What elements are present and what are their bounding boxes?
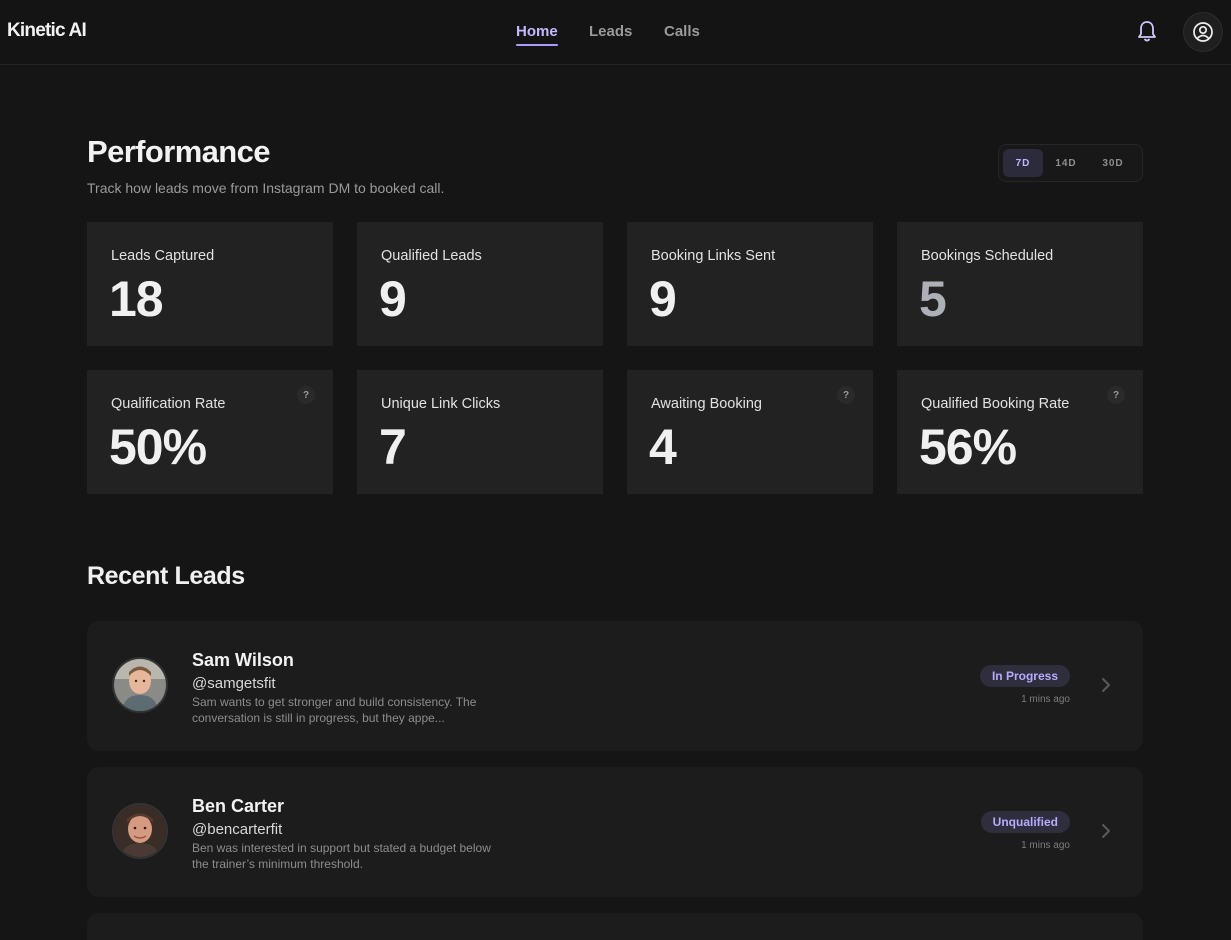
lead-handle: @samgetsfit bbox=[192, 675, 276, 692]
metric-value: 4 bbox=[649, 419, 677, 475]
lead-card[interactable]: Ben Carter @bencarterfit Ben was interes… bbox=[87, 767, 1143, 897]
lead-summary: Ben was interested in support but stated… bbox=[192, 841, 491, 871]
nav-leads[interactable]: Leads bbox=[589, 23, 632, 40]
lead-name: Sam Wilson bbox=[192, 650, 294, 670]
avatar bbox=[112, 803, 168, 859]
status-badge: Unqualified bbox=[980, 811, 1070, 833]
account-button[interactable] bbox=[1183, 12, 1223, 52]
metric-label: Bookings Scheduled bbox=[921, 248, 1054, 264]
chevron-right-icon[interactable] bbox=[1099, 823, 1113, 839]
metric-card-qualification-rate: Qualification Rate ? 50% bbox=[87, 370, 333, 494]
recent-leads-title: Recent Leads bbox=[87, 562, 245, 590]
metric-label: Booking Links Sent bbox=[651, 248, 776, 264]
metric-label: Qualified Leads bbox=[381, 248, 482, 264]
help-icon[interactable]: ? bbox=[297, 386, 315, 404]
metric-value: 56% bbox=[919, 419, 1017, 475]
metric-label: Qualified Booking Rate bbox=[921, 396, 1070, 412]
nav-calls[interactable]: Calls bbox=[664, 23, 700, 40]
metric-value: 18 bbox=[109, 271, 164, 327]
metric-card-unique-link-clicks: Unique Link Clicks 7 bbox=[357, 370, 603, 494]
metric-value: 5 bbox=[919, 271, 947, 327]
lead-name: Ben Carter bbox=[192, 796, 285, 816]
metric-value: 50% bbox=[109, 419, 207, 475]
help-icon[interactable]: ? bbox=[1107, 386, 1125, 404]
metric-label: Leads Captured bbox=[111, 248, 215, 264]
lead-summary: Sam wants to get stronger and build cons… bbox=[192, 695, 477, 725]
metric-value: 9 bbox=[379, 271, 407, 327]
lead-timestamp: 1 mins ago bbox=[1021, 840, 1070, 851]
user-circle-icon bbox=[1193, 22, 1213, 42]
metric-card-awaiting-booking: Awaiting Booking ? 4 bbox=[627, 370, 873, 494]
metric-card-qualified-booking-rate: Qualified Booking Rate ? 56% bbox=[897, 370, 1143, 494]
range-30d-button[interactable]: 30D bbox=[1091, 149, 1135, 177]
range-7d-button[interactable]: 7D bbox=[1003, 149, 1043, 177]
brand-logo[interactable]: Kinetic AI bbox=[7, 20, 87, 42]
page-title: Performance bbox=[87, 134, 271, 169]
nav-home[interactable]: Home bbox=[516, 23, 558, 46]
avatar bbox=[112, 657, 168, 713]
lead-handle: @bencarterfit bbox=[192, 821, 283, 838]
status-badge: In Progress bbox=[979, 665, 1070, 687]
metric-card-leads-captured: Leads Captured 18 bbox=[87, 222, 333, 346]
metric-value: 7 bbox=[379, 419, 407, 475]
metric-label: Unique Link Clicks bbox=[381, 396, 501, 412]
metric-value: 9 bbox=[649, 271, 677, 327]
lead-card[interactable] bbox=[87, 913, 1143, 940]
date-range-selector: 7D 14D 30D bbox=[998, 144, 1143, 182]
page-subtitle: Track how leads move from Instagram DM t… bbox=[87, 180, 445, 196]
metric-card-booking-links-sent: Booking Links Sent 9 bbox=[627, 222, 873, 346]
lead-card[interactable]: Sam Wilson @samgetsfit Sam wants to get … bbox=[87, 621, 1143, 751]
help-icon[interactable]: ? bbox=[837, 386, 855, 404]
metric-card-qualified-leads: Qualified Leads 9 bbox=[357, 222, 603, 346]
metric-card-bookings-scheduled: Bookings Scheduled 5 bbox=[897, 222, 1143, 346]
top-navigation-bar: Kinetic AI Home Leads Calls bbox=[0, 0, 1231, 65]
chevron-right-icon[interactable] bbox=[1099, 677, 1113, 693]
metric-label: Qualification Rate bbox=[111, 396, 226, 412]
range-14d-button[interactable]: 14D bbox=[1045, 149, 1087, 177]
lead-timestamp: 1 mins ago bbox=[1021, 694, 1070, 705]
bell-icon[interactable] bbox=[1136, 19, 1158, 43]
metric-label: Awaiting Booking bbox=[651, 396, 762, 412]
